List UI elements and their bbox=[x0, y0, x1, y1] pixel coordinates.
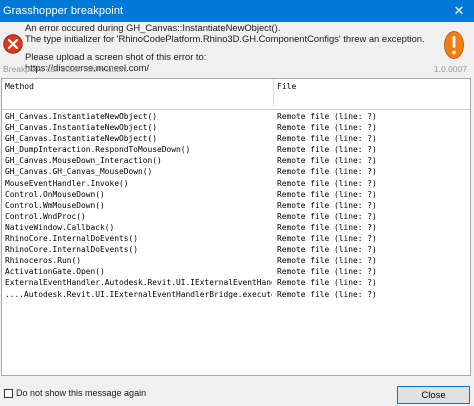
table-row[interactable]: GH_Canvas.InstantiateNewObject() Remote f… bbox=[2, 133, 470, 144]
method-cell: NativeWindow.Callback() bbox=[5, 222, 115, 232]
error-icon bbox=[3, 34, 23, 54]
file-cell: Remote file (line: ?) bbox=[277, 245, 377, 255]
close-button[interactable]: Close bbox=[397, 386, 470, 404]
title-bar[interactable]: Grasshopper breakpoint ✕ bbox=[0, 0, 474, 22]
table-row[interactable]: Control.OnMouseDown() Remote file (line: … bbox=[2, 189, 470, 200]
method-cell: GH_Canvas.InstantiateNewObject() bbox=[5, 123, 158, 133]
method-cell: Control.OnMouseDown() bbox=[5, 189, 105, 199]
method-cell: ExternalEventHandler.Autodesk.Revit.UI.I… bbox=[5, 278, 272, 288]
warning-icon bbox=[444, 31, 464, 59]
table-row[interactable]: ....Autodesk.Revit.UI.IExternalEventHand… bbox=[2, 289, 470, 300]
method-cell: GH_DumpInteraction.RespondToMouseDown() bbox=[5, 145, 191, 155]
version-label: 1.0.0007 bbox=[433, 64, 467, 74]
method-cell: GH_Canvas.MouseDown_Interaction() bbox=[5, 156, 162, 166]
table-row[interactable]: GH_Canvas.InstantiateNewObject() Remote f… bbox=[2, 111, 470, 122]
stack-info-bar: Breakpoint call stack information: 1.0.0… bbox=[0, 64, 474, 76]
footer: Do not show this message again Close bbox=[0, 384, 474, 406]
method-cell: RhinoCore.InternalDoEvents() bbox=[5, 234, 139, 244]
column-divider[interactable] bbox=[273, 79, 274, 107]
column-header-file[interactable]: File bbox=[277, 82, 467, 91]
table-row[interactable]: Control.WndProc() Remote file (line: ?) bbox=[2, 211, 470, 222]
method-cell: Rhinoceros.Run() bbox=[5, 256, 82, 266]
method-cell: ....Autodesk.Revit.UI.IExternalEventHand… bbox=[5, 289, 272, 299]
file-cell: Remote file (line: ?) bbox=[277, 256, 377, 266]
method-cell: GH_Canvas.InstantiateNewObject() bbox=[5, 134, 158, 144]
table-row[interactable]: ExternalEventHandler.Autodesk.Revit.UI.I… bbox=[2, 277, 470, 288]
file-cell: Remote file (line: ?) bbox=[277, 267, 377, 277]
file-cell: Remote file (line: ?) bbox=[277, 167, 377, 177]
table-row[interactable]: RhinoCore.InternalDoEvents() Remote file … bbox=[2, 233, 470, 244]
table-header: Method File bbox=[2, 79, 470, 110]
error-message-line: The type initializer for 'RhinoCodePlatf… bbox=[25, 32, 425, 44]
file-cell: Remote file (line: ?) bbox=[277, 178, 377, 188]
file-cell: Remote file (line: ?) bbox=[277, 145, 377, 155]
column-header-method[interactable]: Method bbox=[5, 82, 272, 91]
method-cell: GH_Canvas.InstantiateNewObject() bbox=[5, 112, 158, 121]
dont-show-checkbox[interactable] bbox=[4, 389, 13, 398]
dont-show-label[interactable]: Do not show this message again bbox=[16, 388, 146, 398]
table-row[interactable]: Rhinoceros.Run() Remote file (line: ?) bbox=[2, 255, 470, 266]
error-message-line: An error occured during GH_Canvas::Insta… bbox=[25, 22, 281, 33]
method-cell: Control.WmMouseDown() bbox=[5, 200, 105, 210]
window-close-button[interactable]: ✕ bbox=[444, 0, 474, 22]
file-cell: Remote file (line: ?) bbox=[277, 189, 377, 199]
file-cell: Remote file (line: ?) bbox=[277, 289, 377, 299]
file-cell: Remote file (line: ?) bbox=[277, 134, 377, 144]
table-row[interactable]: MouseEventHandler.Invoke() Remote file (l… bbox=[2, 178, 470, 189]
table-row[interactable]: NativeWindow.Callback() Remote file (line… bbox=[2, 222, 470, 233]
method-cell: GH_Canvas.GH_Canvas_MouseDown() bbox=[5, 167, 153, 177]
call-stack-table[interactable]: Method File GH_Canvas.InstantiateNewObje… bbox=[1, 78, 471, 376]
message-header: An error occured during GH_Canvas::Insta… bbox=[0, 22, 474, 72]
file-cell: Remote file (line: ?) bbox=[277, 234, 377, 244]
file-cell: Remote file (line: ?) bbox=[277, 222, 377, 232]
table-body: GH_Canvas.InstantiateNewObject() Remote f… bbox=[2, 111, 470, 300]
table-row[interactable]: GH_Canvas.MouseDown_Interaction() Remote … bbox=[2, 155, 470, 166]
table-row[interactable]: Control.WmMouseDown() Remote file (line: … bbox=[2, 200, 470, 211]
file-cell: Remote file (line: ?) bbox=[277, 278, 377, 288]
method-cell: RhinoCore.InternalDoEvents() bbox=[5, 245, 139, 255]
file-cell: Remote file (line: ?) bbox=[277, 123, 377, 133]
table-row[interactable]: GH_Canvas.InstantiateNewObject() Remote f… bbox=[2, 122, 470, 133]
method-cell: Control.WndProc() bbox=[5, 211, 86, 221]
method-cell: ActivationGate.Open() bbox=[5, 267, 105, 277]
stack-info-label: Breakpoint call stack information: bbox=[3, 64, 128, 74]
table-row[interactable]: GH_Canvas.GH_Canvas_MouseDown() Remote fi… bbox=[2, 166, 470, 177]
file-cell: Remote file (line: ?) bbox=[277, 156, 377, 166]
file-cell: Remote file (line: ?) bbox=[277, 112, 377, 121]
window-title: Grasshopper breakpoint bbox=[3, 5, 124, 17]
table-row[interactable]: GH_DumpInteraction.RespondToMouseDown() R… bbox=[2, 144, 470, 155]
method-cell: MouseEventHandler.Invoke() bbox=[5, 178, 129, 188]
file-cell: Remote file (line: ?) bbox=[277, 211, 377, 221]
table-row[interactable]: ActivationGate.Open() Remote file (line: … bbox=[2, 266, 470, 277]
table-row[interactable]: RhinoCore.InternalDoEvents() Remote file … bbox=[2, 244, 470, 255]
file-cell: Remote file (line: ?) bbox=[277, 200, 377, 210]
